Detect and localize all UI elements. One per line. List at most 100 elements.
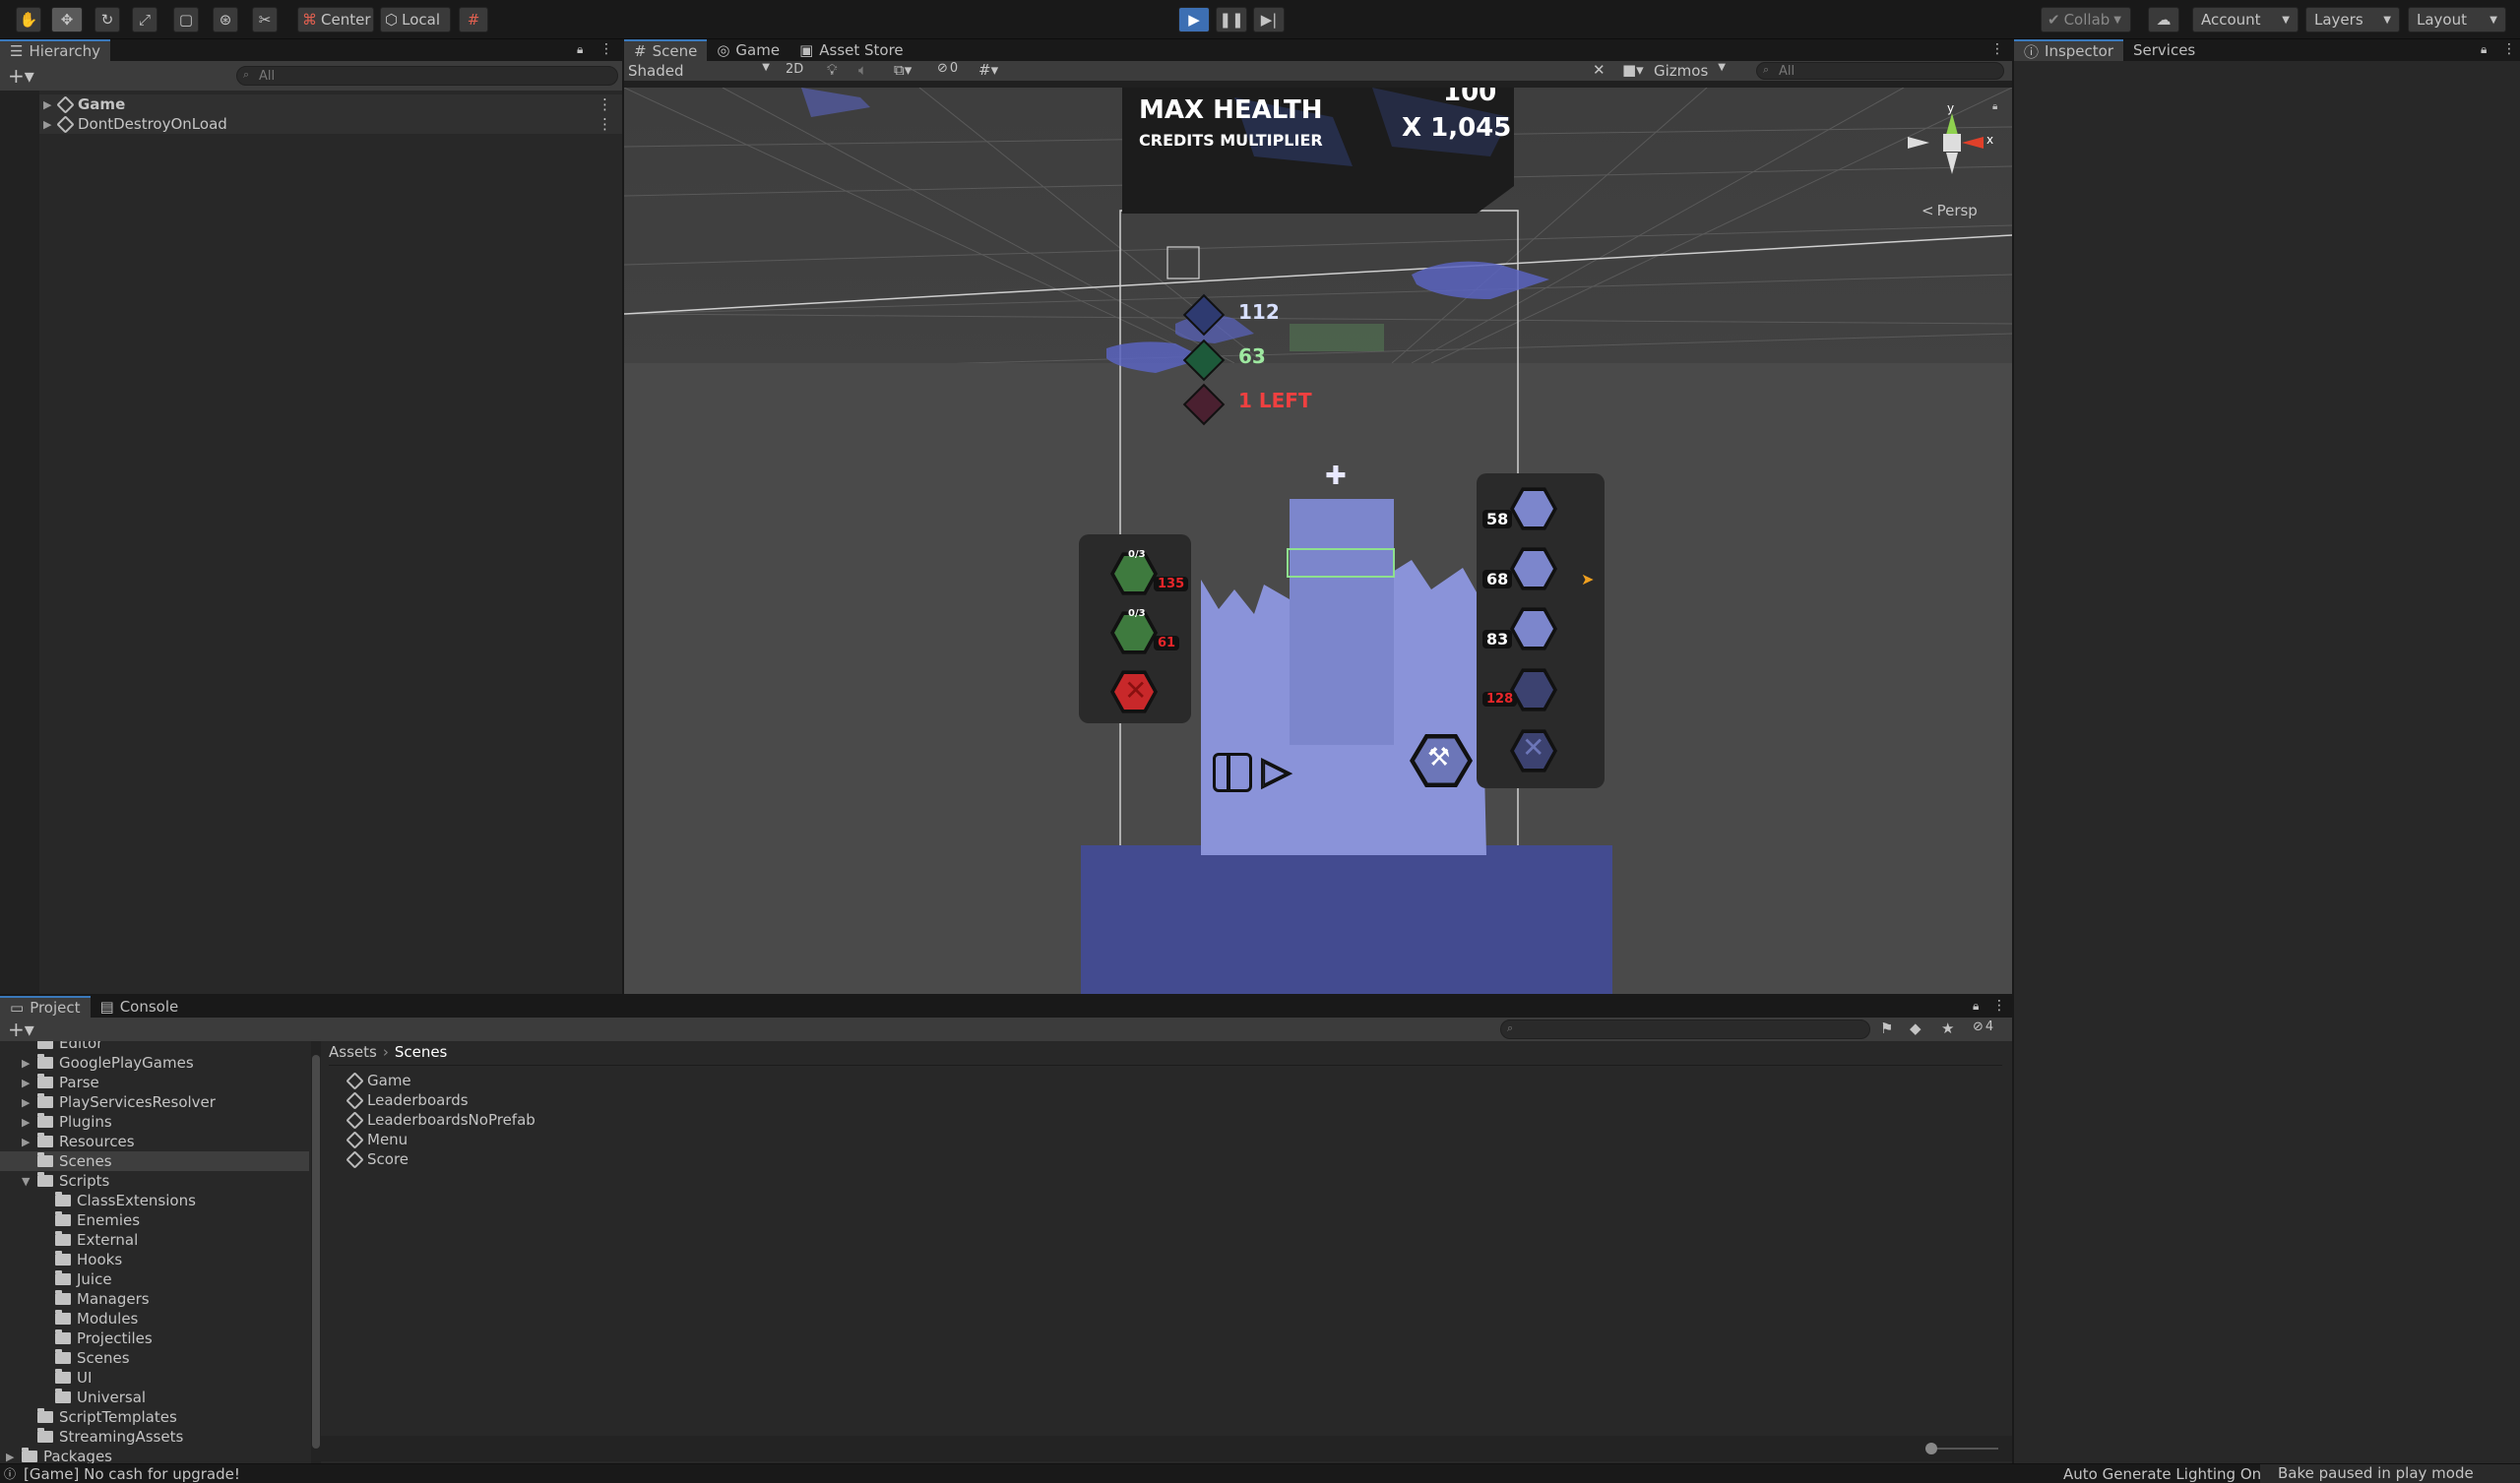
folder-item[interactable]: Juice — [55, 1269, 112, 1289]
expand-arrow-icon[interactable]: ▶ — [22, 1136, 32, 1148]
project-search-input[interactable]: ⌕ — [1500, 1020, 1870, 1039]
expand-arrow-icon[interactable]: ▶ — [43, 118, 53, 131]
tab-hierarchy[interactable]: ☰ Hierarchy — [0, 39, 110, 61]
lighting-icon[interactable]: 💡︎ — [827, 61, 838, 79]
more-menu-icon[interactable]: ⋮ — [599, 41, 613, 57]
expand-arrow-icon[interactable]: ▶ — [6, 1451, 16, 1463]
custom-tool-button[interactable]: ✂ — [252, 7, 278, 32]
tab-scene[interactable]: # Scene — [624, 39, 708, 61]
folder-item-selected[interactable]: Scenes — [0, 1151, 309, 1171]
scale-tool-button[interactable]: ⤢ — [132, 7, 158, 32]
folder-item[interactable]: ▶ Parse — [22, 1073, 99, 1092]
favorite-star-icon[interactable]: ★ — [1941, 1020, 1954, 1037]
game-play-icon[interactable]: ▷ — [1261, 748, 1292, 793]
hand-tool-button[interactable]: ✋ — [16, 7, 41, 32]
folder-item[interactable]: ▶ Plugins — [22, 1112, 112, 1132]
tree-scrollbar[interactable] — [311, 1041, 321, 1463]
tab-asset-store[interactable]: ▣ Asset Store — [789, 39, 914, 61]
grid-snap-button[interactable]: # — [459, 7, 488, 32]
breadcrumb-scenes[interactable]: Scenes — [395, 1043, 448, 1061]
collapse-arrow-icon[interactable]: ▼ — [22, 1175, 32, 1188]
audio-icon[interactable]: 🔈︎ — [858, 61, 867, 79]
effects-icon[interactable]: ⧉▾ — [894, 61, 912, 79]
hidden-packages-toggle[interactable]: ⊘ 4 — [1973, 1020, 1993, 1034]
collab-dropdown[interactable]: ✔ Collab ▼ — [2041, 7, 2131, 32]
gizmos-dropdown[interactable]: Gizmos ▼ — [1654, 62, 1726, 80]
add-icon[interactable]: +▾ — [8, 64, 34, 88]
bake-status[interactable]: Bake paused in play mode — [2260, 1464, 2520, 1483]
file-item[interactable]: Game — [346, 1071, 411, 1090]
rect-tool-button[interactable]: ▢ — [173, 7, 199, 32]
account-dropdown[interactable]: Account ▼ — [2192, 7, 2299, 32]
expand-arrow-icon[interactable]: ▶ — [22, 1057, 32, 1070]
tab-project[interactable]: ▭ Project — [0, 996, 91, 1018]
layers-dropdown[interactable]: Layers ▼ — [2305, 7, 2400, 32]
scene-viewport[interactable]: MAX HEALTH 100 CREDITS MULTIPLIER X 1,04… — [624, 88, 2012, 994]
file-item[interactable]: Score — [346, 1149, 409, 1169]
play-button[interactable]: ▶ — [1178, 7, 1210, 32]
move-tool-button[interactable]: ✥ — [51, 7, 83, 32]
expand-arrow-icon[interactable]: ▶ — [22, 1077, 32, 1089]
folder-item[interactable]: StreamingAssets — [37, 1427, 183, 1447]
hierarchy-item-game[interactable]: ▶ Game ⋮ — [39, 94, 622, 114]
hierarchy-item-dontdestroyonload[interactable]: ▶ DontDestroyOnLoad ⋮ — [39, 114, 622, 134]
folder-item[interactable]: ClassExtensions — [55, 1191, 196, 1210]
folder-item[interactable]: Enemies — [55, 1210, 140, 1230]
folder-item[interactable]: External — [55, 1230, 138, 1250]
folder-item[interactable]: ▼ Scripts — [22, 1171, 109, 1191]
zoom-slider-handle[interactable] — [1925, 1443, 1937, 1454]
lock-icon[interactable]: 🔒︎ — [1992, 101, 1997, 112]
tab-inspector[interactable]: ⓘ Inspector — [2014, 39, 2123, 61]
more-menu-icon[interactable]: ⋮ — [1990, 41, 2004, 57]
persp-toggle[interactable]: < Persp — [1922, 202, 1978, 219]
folder-item[interactable]: UI — [55, 1368, 92, 1388]
tab-console[interactable]: ▤ Console — [91, 996, 189, 1018]
lock-icon[interactable]: 🔒︎ — [2481, 42, 2487, 57]
folder-item[interactable]: ▶ Resources — [22, 1132, 135, 1151]
add-icon[interactable]: +▾ — [8, 1018, 34, 1041]
cloud-button[interactable]: ☁ — [2148, 7, 2179, 32]
folder-item[interactable]: Managers — [55, 1289, 150, 1309]
folder-item[interactable]: Editor — [22, 1041, 102, 1053]
pivot-center-toggle[interactable]: ⌘ Center — [297, 7, 374, 32]
tree-scrollbar-thumb[interactable] — [312, 1055, 320, 1449]
folder-item[interactable]: Hooks — [55, 1250, 122, 1269]
camera-icon[interactable]: ■▾ — [1622, 61, 1644, 79]
file-item[interactable]: LeaderboardsNoPrefab — [346, 1110, 536, 1130]
expand-arrow-icon[interactable]: ▶ — [43, 98, 53, 111]
more-menu-icon[interactable]: ⋮ — [1992, 998, 2006, 1014]
folder-item[interactable]: Universal — [55, 1388, 146, 1407]
folder-item[interactable]: Scenes — [55, 1348, 130, 1368]
mode-2d-toggle[interactable]: 2D — [786, 62, 803, 77]
label-icon[interactable]: ◆ — [1910, 1020, 1922, 1037]
hierarchy-search-input[interactable]: ⌕ All — [236, 66, 618, 86]
layout-dropdown[interactable]: Layout ▼ — [2408, 7, 2506, 32]
folder-item[interactable]: Modules — [55, 1309, 138, 1329]
tab-services[interactable]: Services — [2123, 39, 2205, 61]
folder-item[interactable]: ScriptTemplates — [37, 1407, 177, 1427]
pause-button[interactable]: ❚❚ — [1216, 7, 1247, 32]
step-button[interactable]: ▶| — [1253, 7, 1285, 32]
scene-search-input[interactable]: ⌕ All — [1756, 62, 2004, 80]
gizmo-center-cube[interactable] — [1943, 134, 1961, 152]
file-item[interactable]: Menu — [346, 1130, 408, 1149]
expand-arrow-icon[interactable]: ▶ — [22, 1096, 32, 1109]
tab-game[interactable]: ◎ Game — [707, 39, 789, 61]
filter-type-icon[interactable]: ⚑ — [1880, 1020, 1893, 1037]
orientation-gizmo[interactable]: y x 🔒︎ — [1908, 97, 2006, 196]
folder-item[interactable]: ▶ Packages — [6, 1447, 112, 1463]
breadcrumb-assets[interactable]: Assets — [329, 1043, 377, 1061]
more-menu-icon[interactable]: ⋮ — [2502, 41, 2516, 57]
shading-mode-dropdown[interactable]: Shaded ▼ — [628, 62, 774, 80]
status-message[interactable]: [Game] No cash for upgrade! — [24, 1465, 240, 1483]
tools-icon[interactable]: ✕ — [1593, 61, 1606, 79]
lock-icon[interactable]: 🔒︎ — [577, 42, 583, 57]
game-pause-icon[interactable] — [1213, 753, 1252, 792]
folder-item[interactable]: Projectiles — [55, 1329, 153, 1348]
folder-item[interactable]: ▶ PlayServicesResolver — [22, 1092, 216, 1112]
space-local-toggle[interactable]: ⬡ Local — [380, 7, 451, 32]
hidden-objects-toggle[interactable]: ⊘ 0 — [937, 61, 958, 76]
grid-visibility-icon[interactable]: #▾ — [978, 61, 998, 79]
file-item[interactable]: Leaderboards — [346, 1090, 469, 1110]
transform-tool-button[interactable]: ⊛ — [213, 7, 238, 32]
